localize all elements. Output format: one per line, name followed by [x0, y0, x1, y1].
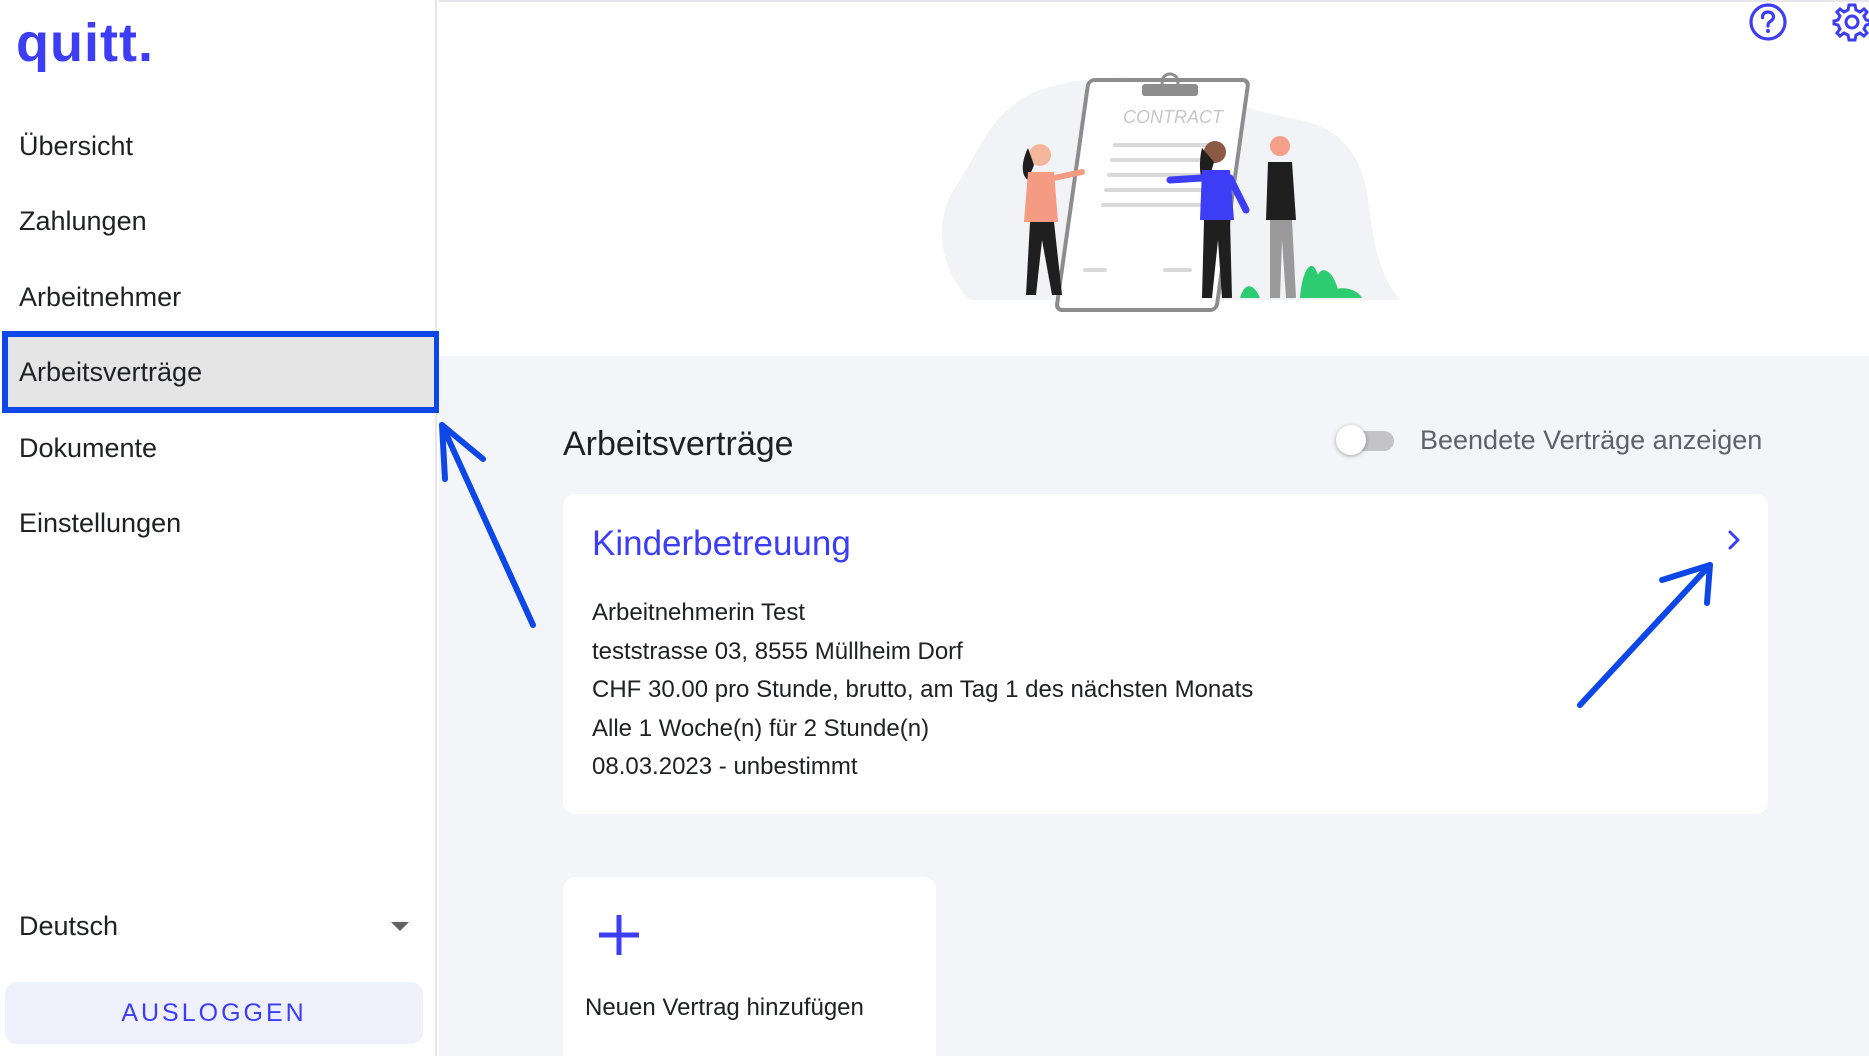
quitt-logo[interactable]: quitt.: [16, 12, 154, 74]
contract-employee: Arbeitnehmerin Test: [592, 599, 805, 626]
sidebar-item-dokumente[interactable]: Dokumente: [5, 410, 437, 486]
contract-address: teststrasse 03, 8555 Müllheim Dorf: [592, 637, 963, 665]
sidebar: quitt. Übersicht Zahlungen Arbeitnehmer …: [0, 0, 440, 1056]
sidebar-item-arbeitnehmer[interactable]: Arbeitnehmer: [5, 259, 437, 335]
sidebar-item-label: Arbeitnehmer: [19, 281, 182, 312]
contract-schedule: Alle 1 Woche(n) für 2 Stunde(n): [592, 714, 930, 742]
contract-title[interactable]: Kinderbetreuung: [592, 524, 851, 564]
help-icon[interactable]: [1748, 2, 1788, 42]
contract-card[interactable]: Kinderbetreuung Arbeitnehmerin Test test…: [563, 494, 1768, 814]
language-value: Deutsch: [19, 910, 119, 941]
sidebar-item-arbeitsvertraege[interactable]: Arbeitsverträge: [2, 331, 440, 413]
logout-button[interactable]: AUSLOGGEN: [5, 982, 423, 1044]
sidebar-item-uebersicht[interactable]: Übersicht: [5, 108, 437, 184]
plus-icon: [599, 915, 639, 955]
language-select[interactable]: Deutsch: [5, 888, 425, 964]
sidebar-item-label: Arbeitsverträge: [19, 356, 203, 387]
toggle-knob: [1336, 425, 1366, 455]
show-ended-contracts-toggle[interactable]: [1336, 425, 1398, 455]
caret-down-icon: [391, 922, 409, 931]
settings-gear-icon[interactable]: [1832, 2, 1869, 42]
sidebar-item-zahlungen[interactable]: Zahlungen: [5, 183, 437, 259]
chevron-right-icon[interactable]: [1720, 526, 1748, 554]
sidebar-item-label: Zahlungen: [19, 205, 147, 236]
contract-period: 08.03.2023 - unbestimmt: [592, 753, 858, 780]
contract-salary: CHF 30.00 pro Stunde, brutto, am Tag 1 d…: [592, 676, 1254, 703]
contract-word: CONTRACT: [1123, 107, 1225, 127]
sidebar-item-einstellungen[interactable]: Einstellungen: [5, 485, 437, 561]
contract-details: Arbeitnehmerin Test teststrasse 03, 8555…: [592, 594, 1253, 787]
toggle-label: Beendete Verträge anzeigen: [1420, 425, 1763, 455]
sidebar-item-label: Einstellungen: [19, 507, 182, 538]
add-contract-button[interactable]: Neuen Vertrag hinzufügen: [563, 877, 936, 1056]
sidebar-item-label: Dokumente: [19, 432, 158, 463]
page-title: Arbeitsverträge: [563, 425, 794, 463]
contract-illustration: CONTRACT: [941, 72, 1400, 312]
sidebar-item-label: Übersicht: [19, 130, 134, 161]
add-contract-label: Neuen Vertrag hinzufügen: [585, 994, 864, 1021]
